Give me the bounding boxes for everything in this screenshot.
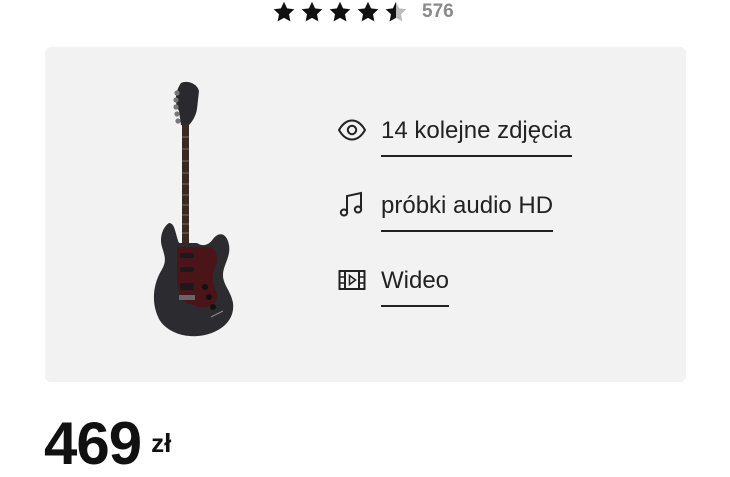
video-label: Wideo [381,267,450,307]
half-star-icon [385,1,407,22]
audio-samples-label: próbki audio HD [381,192,554,232]
rating-count[interactable]: 576 [422,1,454,23]
video-icon [338,270,366,290]
star-icon [329,1,351,22]
star-icon [301,1,323,22]
rating-stars [272,0,408,24]
star-icon [357,1,379,22]
star-icon [273,1,295,22]
price-currency: zł [151,428,172,458]
music-note-icon [339,191,363,217]
product-rating[interactable]: 576 [272,0,454,27]
eye-icon [337,119,367,141]
product-media-card: 14 kolejne zdjęcia próbki audio HD Wideo [45,47,686,382]
product-image[interactable] [147,81,243,345]
price-value: 469 [44,410,142,477]
more-images-label: 14 kolejne zdjęcia [381,117,572,157]
product-price: 469 zł [44,414,171,474]
